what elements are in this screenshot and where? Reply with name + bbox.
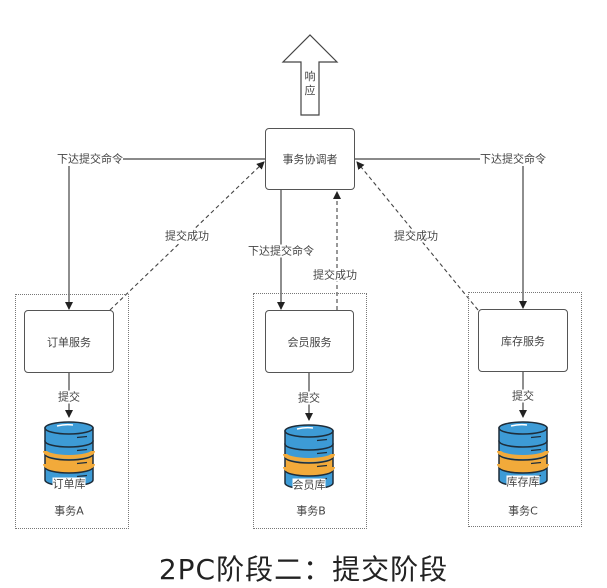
diagram-title: 2PC阶段二：提交阶段 [158, 553, 449, 586]
inventory-db-label: 库存库 [506, 475, 540, 489]
order-db-label: 订单库 [52, 477, 86, 491]
commit-label-a: 提交 [58, 390, 80, 404]
coordinator-label: 事务协调者 [282, 153, 338, 166]
order-service-label: 订单服务 [47, 335, 91, 349]
transaction-c-label: 事务C [508, 504, 538, 518]
commit-label-c: 提交 [512, 389, 534, 403]
member-db-label: 会员库 [292, 478, 326, 492]
commit-label-b: 提交 [298, 391, 320, 405]
send-commit-label-a: 下达提交命令 [57, 152, 123, 166]
commit-success-label-b: 提交成功 [313, 268, 357, 282]
order-service-box: 订单服务 [24, 310, 114, 373]
transaction-b-label: 事务B [296, 504, 326, 518]
send-commit-label-b: 下达提交命令 [248, 244, 314, 258]
inventory-service-label: 库存服务 [501, 334, 545, 348]
member-service-label: 会员服务 [287, 335, 332, 349]
response-label: 响应 [304, 70, 316, 97]
transaction-a-label: 事务A [54, 504, 84, 518]
member-service-box: 会员服务 [265, 310, 354, 373]
inventory-service-box: 库存服务 [478, 309, 568, 372]
commit-success-label-a: 提交成功 [165, 229, 209, 243]
send-commit-label-c: 下达提交命令 [480, 152, 546, 166]
coordinator-box: 事务协调者 [265, 128, 355, 190]
commit-success-label-c: 提交成功 [394, 229, 438, 243]
